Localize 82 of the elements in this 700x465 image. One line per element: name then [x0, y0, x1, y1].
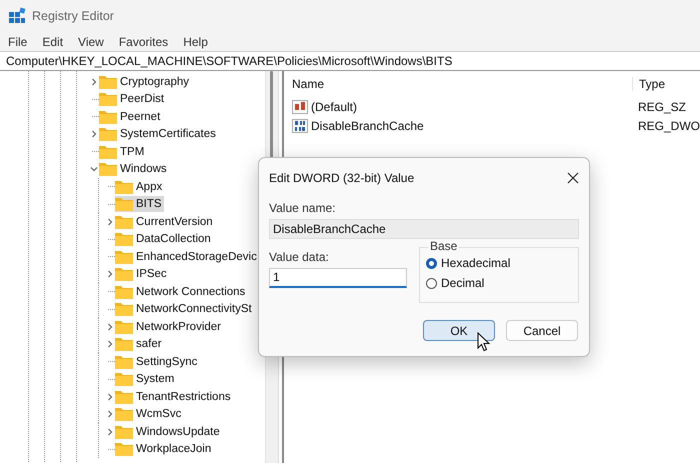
string-value-icon	[292, 98, 308, 114]
tree-item[interactable]: SystemCertificates	[99, 126, 218, 142]
tree-item[interactable]: NetworkProvider	[115, 318, 223, 335]
folder-icon	[115, 320, 133, 334]
radio-option[interactable]: Decimal	[426, 276, 572, 290]
chevron-right-icon[interactable]	[106, 392, 114, 401]
folder-icon	[115, 407, 133, 422]
tree-item[interactable]: EnhancedStorageDevic	[115, 248, 259, 265]
tree-item[interactable]: SettingSync	[115, 354, 200, 370]
menu-item[interactable]: Favorites	[118, 34, 168, 48]
folder-icon	[115, 197, 133, 212]
chevron-right-icon[interactable]	[106, 322, 114, 331]
folder-icon	[99, 144, 117, 159]
folder-icon	[115, 232, 133, 246]
group-title: Base	[428, 239, 460, 253]
value-name[interactable]: (Default)	[310, 100, 357, 114]
chevron-down-icon[interactable]	[90, 165, 98, 174]
chevron-right-icon[interactable]	[106, 340, 114, 348]
mouse-cursor-icon	[477, 332, 490, 352]
folder-icon	[115, 442, 133, 456]
folder-icon	[99, 92, 117, 106]
value-name-field[interactable]: DisableBranchCache	[269, 219, 579, 239]
chevron-right-icon[interactable]	[90, 78, 98, 86]
menu-item[interactable]: View	[78, 34, 104, 48]
binary-value-icon	[292, 118, 308, 134]
folder-icon	[99, 127, 117, 142]
tree-item[interactable]: IPSec	[115, 266, 169, 282]
tree-item[interactable]: Appx	[115, 178, 164, 195]
dialog-title: Edit DWORD (32-bit) Value	[269, 171, 414, 185]
folder-icon	[99, 74, 117, 89]
folder-icon	[115, 337, 133, 352]
tree-item[interactable]: CurrentVersion	[115, 214, 215, 230]
folder-icon	[115, 302, 133, 316]
folder-icon	[115, 354, 133, 369]
chevron-right-icon[interactable]	[106, 270, 114, 278]
window-title: Registry Editor	[32, 9, 114, 23]
radio-option[interactable]: Hexadecimal	[426, 256, 572, 270]
folder-icon	[115, 424, 133, 439]
value-type: REG_DWO	[636, 118, 700, 132]
tree-item[interactable]: Network Connections	[115, 284, 248, 300]
tree-item[interactable]: WindowsUpdate	[115, 424, 222, 440]
column-header[interactable]: Type	[632, 77, 700, 91]
tree-item[interactable]: System	[115, 371, 176, 388]
menu-item[interactable]: Help	[183, 34, 208, 48]
tree-item[interactable]: BITS	[115, 196, 164, 212]
chevron-right-icon[interactable]	[106, 428, 114, 436]
tree-item[interactable]: TenantRestrictions	[115, 388, 233, 405]
tree-item[interactable]: PeerDist	[99, 91, 166, 108]
folder-icon	[115, 390, 133, 404]
close-icon[interactable]	[567, 172, 579, 184]
folder-icon	[115, 214, 133, 229]
chevron-right-icon[interactable]	[90, 130, 98, 138]
value-data-field[interactable]: 1	[269, 268, 407, 288]
chevron-right-icon[interactable]	[106, 218, 114, 226]
tree-item[interactable]: Peernet	[99, 108, 162, 125]
menu-item[interactable]: File	[8, 34, 28, 48]
tree-item[interactable]: NetworkConnectivitySt	[115, 301, 254, 318]
folder-icon	[115, 284, 133, 299]
tree-item[interactable]: Windows	[99, 161, 169, 178]
folder-icon	[115, 267, 133, 282]
value-name[interactable]: DisableBranchCache	[310, 118, 424, 132]
folder-icon	[115, 180, 133, 194]
tree-item[interactable]: safer	[115, 336, 164, 352]
folder-icon	[99, 162, 117, 176]
folder-icon	[99, 110, 117, 124]
cubes-icon	[8, 7, 26, 25]
tree-item[interactable]: WorkplaceJoin	[115, 441, 214, 458]
tree-item[interactable]: TPM	[99, 144, 146, 160]
folder-icon	[115, 372, 133, 386]
value-type: REG_SZ	[636, 100, 687, 114]
menu-item[interactable]: Edit	[42, 34, 64, 48]
cancel-button[interactable]: Cancel	[506, 320, 578, 341]
field-label: Value data:	[269, 250, 330, 264]
field-label: Value name:	[269, 201, 336, 215]
address-field[interactable]: Computer\HKEY_LOCAL_MACHINE\SOFTWARE\Policies\Microsoft\Windows\BITS	[0, 51, 700, 71]
tree-item[interactable]: WcmSvc	[115, 406, 184, 422]
tree-item[interactable]: DataCollection	[115, 231, 213, 248]
ok-button[interactable]: OK	[423, 320, 495, 341]
column-header[interactable]: Name	[284, 77, 632, 91]
chevron-right-icon[interactable]	[106, 410, 114, 418]
tree-item[interactable]: Cryptography	[99, 74, 192, 90]
folder-icon	[115, 250, 133, 264]
